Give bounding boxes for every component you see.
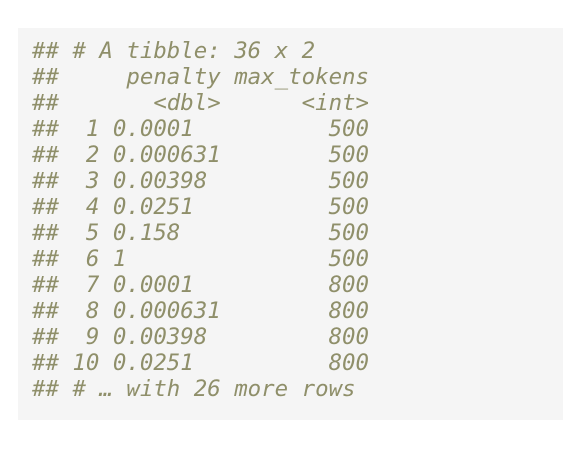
code-output-block: ## # A tibble: 36 x 2 ## penalty max_tok… [18,28,563,420]
table-row: ## 8 0.000631 800 [32,298,370,324]
tibble-header-line: ## # A tibble: 36 x 2 [32,38,316,64]
table-row: ## 9 0.00398 800 [32,324,370,350]
table-row: ## 7 0.0001 800 [32,272,370,298]
table-row: ## 10 0.0251 800 [32,350,370,376]
table-row: ## 2 0.000631 500 [32,142,370,168]
table-row: ## 3 0.00398 500 [32,168,370,194]
table-row: ## 4 0.0251 500 [32,194,370,220]
column-types-line: ## <dbl> <int> [32,90,370,116]
table-row: ## 6 1 500 [32,246,370,272]
table-row: ## 5 0.158 500 [32,220,370,246]
column-names-line: ## penalty max_tokens [32,64,370,90]
table-row: ## 1 0.0001 500 [32,116,370,142]
more-rows-footer: ## # … with 26 more rows [32,376,356,402]
